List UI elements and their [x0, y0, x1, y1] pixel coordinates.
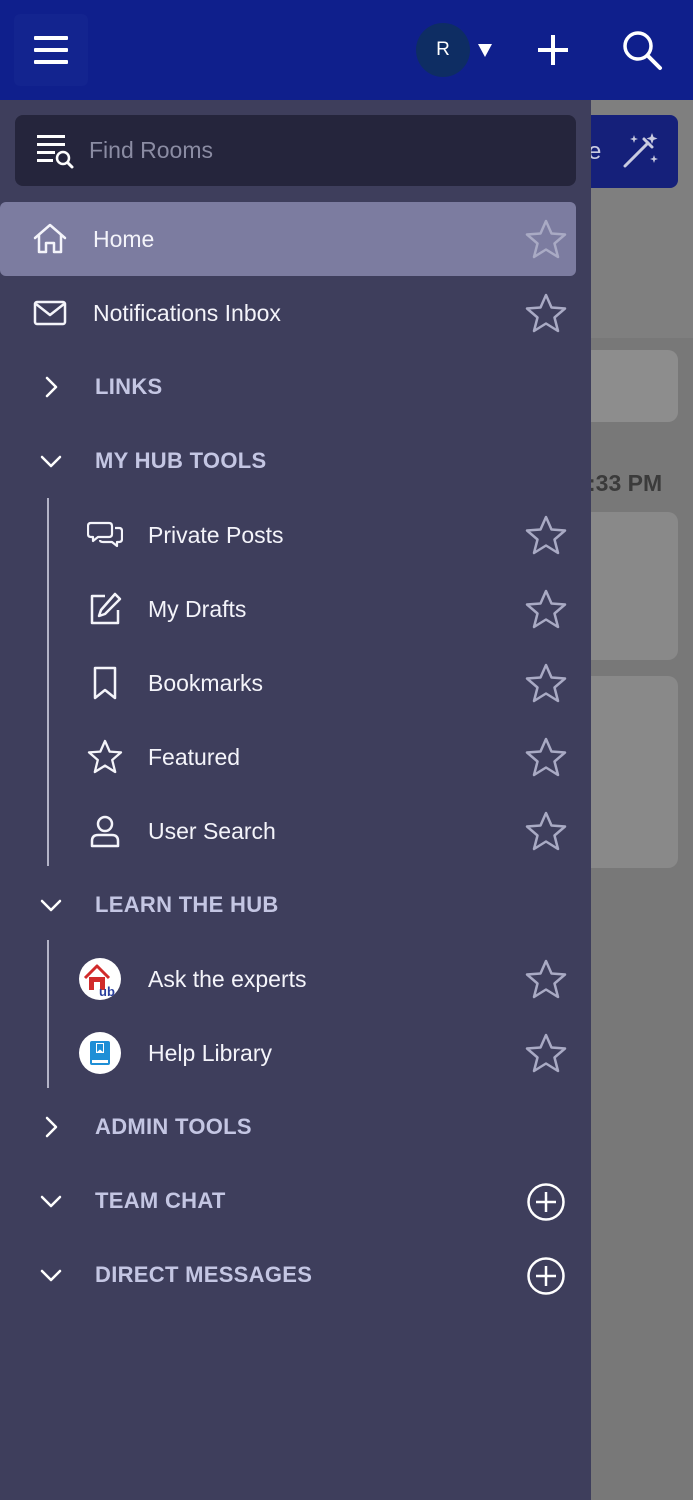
nav-item-user-search[interactable]: User Search — [0, 794, 591, 868]
book-icon — [79, 1032, 121, 1074]
nav-item-label: Featured — [148, 744, 241, 770]
nav-item-label: Notifications Inbox — [93, 300, 281, 326]
nav-item-label: Help Library — [148, 1040, 272, 1066]
nav-item-label: User Search — [148, 818, 276, 844]
nav-item-private-posts[interactable]: Private Posts — [0, 498, 591, 572]
nav-item-label: Bookmarks — [148, 670, 264, 696]
nav-item-help-library[interactable]: Help Library — [0, 1016, 591, 1090]
section-links[interactable]: LINKS — [0, 350, 591, 424]
section-admin-tools[interactable]: ADMIN TOOLS — [0, 1090, 591, 1164]
section-title: LINKS — [95, 374, 163, 399]
home-icon — [33, 223, 67, 254]
section-direct-messages[interactable]: DIRECT MESSAGES — [0, 1238, 591, 1312]
avatar[interactable]: R — [416, 23, 470, 77]
section-title: ADMIN TOOLS — [95, 1114, 252, 1139]
chevron-right-icon — [45, 1116, 58, 1138]
section-learn-the-hub[interactable]: LEARN THE HUB — [0, 868, 591, 942]
favorite-star-icon[interactable] — [525, 515, 567, 555]
magic-wand-icon — [620, 131, 660, 171]
nav-item-label: Ask the experts — [148, 966, 307, 992]
section-my-hub-tools[interactable]: MY HUB TOOLS — [0, 424, 591, 498]
section-team-chat[interactable]: TEAM CHAT — [0, 1164, 591, 1238]
section-title: TEAM CHAT — [95, 1188, 226, 1213]
bookmark-icon — [93, 666, 117, 700]
user-icon — [90, 815, 120, 848]
nav-item-my-drafts[interactable]: My Drafts — [0, 572, 591, 646]
section-title: DIRECT MESSAGES — [95, 1262, 313, 1287]
favorite-star-icon[interactable] — [525, 589, 567, 629]
chevron-down-icon — [40, 1269, 62, 1282]
nav-item-label: My Drafts — [148, 596, 247, 622]
top-app-bar: R — [0, 0, 693, 100]
nav-item-ask-the-experts[interactable]: ub Ask the experts — [0, 942, 591, 1016]
favorite-star-icon[interactable] — [525, 219, 567, 259]
navigation-drawer: Home Notifications Inbox LINKS MY HUB TO… — [0, 100, 591, 1500]
menu-button[interactable] — [14, 14, 88, 86]
favorite-star-icon[interactable] — [525, 663, 567, 703]
nav-item-label: Private Posts — [148, 522, 284, 548]
nav-item-notifications-inbox[interactable]: Notifications Inbox — [0, 276, 591, 350]
search-icon — [623, 31, 662, 70]
nav-item-bookmarks[interactable]: Bookmarks — [0, 646, 591, 720]
hamburger-icon — [34, 36, 68, 64]
nav-item-featured[interactable]: Featured — [0, 720, 591, 794]
chevron-right-icon — [45, 376, 58, 398]
background-timestamp: :33 PM — [588, 470, 663, 496]
chevron-down-icon — [40, 899, 62, 912]
favorite-star-icon[interactable] — [525, 737, 567, 777]
chevron-down-icon — [40, 455, 62, 468]
favorite-star-icon[interactable] — [525, 811, 567, 851]
find-rooms-input[interactable] — [89, 115, 559, 186]
chevron-down-icon — [40, 1195, 62, 1208]
nav-item-home[interactable]: Home — [0, 202, 576, 276]
add-button[interactable] — [533, 30, 573, 70]
favorite-star-icon[interactable] — [525, 1033, 567, 1073]
mail-icon — [33, 300, 67, 326]
list-search-icon — [37, 135, 74, 169]
section-title: MY HUB TOOLS — [95, 448, 267, 473]
chat-bubbles-icon — [87, 521, 123, 548]
nav-item-label: Home — [93, 226, 155, 252]
find-rooms-search[interactable] — [15, 115, 576, 186]
svg-text:ub: ub — [99, 984, 115, 999]
add-circle-icon[interactable] — [525, 1255, 567, 1297]
hub-logo-icon: ub — [79, 958, 121, 1000]
caret-down-icon[interactable] — [476, 38, 494, 62]
star-icon — [87, 739, 123, 774]
favorite-star-icon[interactable] — [525, 293, 567, 333]
add-circle-icon[interactable] — [525, 1181, 567, 1223]
search-button[interactable] — [620, 28, 664, 72]
plus-icon — [538, 35, 568, 65]
favorite-star-icon[interactable] — [525, 959, 567, 999]
edit-icon — [90, 592, 122, 625]
section-title: LEARN THE HUB — [95, 892, 279, 917]
